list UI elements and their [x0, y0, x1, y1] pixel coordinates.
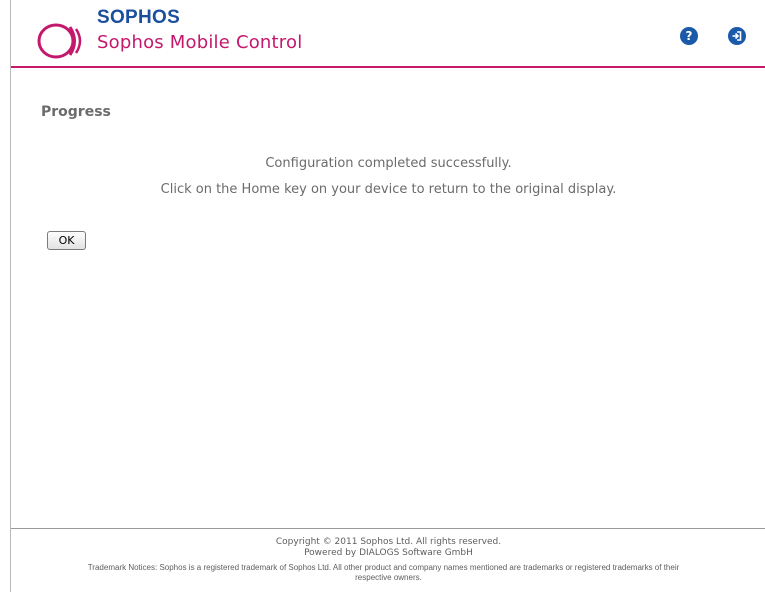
logout-icon[interactable]: [728, 27, 746, 45]
powered-by-text: Powered by DIALOGS Software GmbH: [304, 548, 473, 558]
instruction-message: Click on the Home key on your device to …: [160, 182, 617, 197]
app-header: SOPHOS Sophos Mobile Control ?: [11, 0, 765, 68]
page-frame: SOPHOS Sophos Mobile Control ? Progress …: [10, 0, 765, 592]
page-title: Progress: [41, 104, 111, 120]
trademark-notice: Trademark Notices: Sophos is a registere…: [87, 563, 680, 572]
status-message: Configuration completed successfully.: [265, 156, 512, 171]
copyright-text: Copyright © 2011 Sophos Ltd. All rights …: [275, 537, 502, 547]
page-footer: Copyright © 2011 Sophos Ltd. All rights …: [11, 528, 765, 583]
trademark-notice-cont: respective owners.: [355, 573, 422, 582]
ok-button[interactable]: OK: [47, 231, 86, 250]
help-icon[interactable]: ?: [680, 27, 698, 45]
sophos-logo-icon: [37, 23, 82, 59]
product-name: Sophos Mobile Control: [97, 32, 303, 53]
brand-name: SOPHOS: [97, 7, 181, 28]
